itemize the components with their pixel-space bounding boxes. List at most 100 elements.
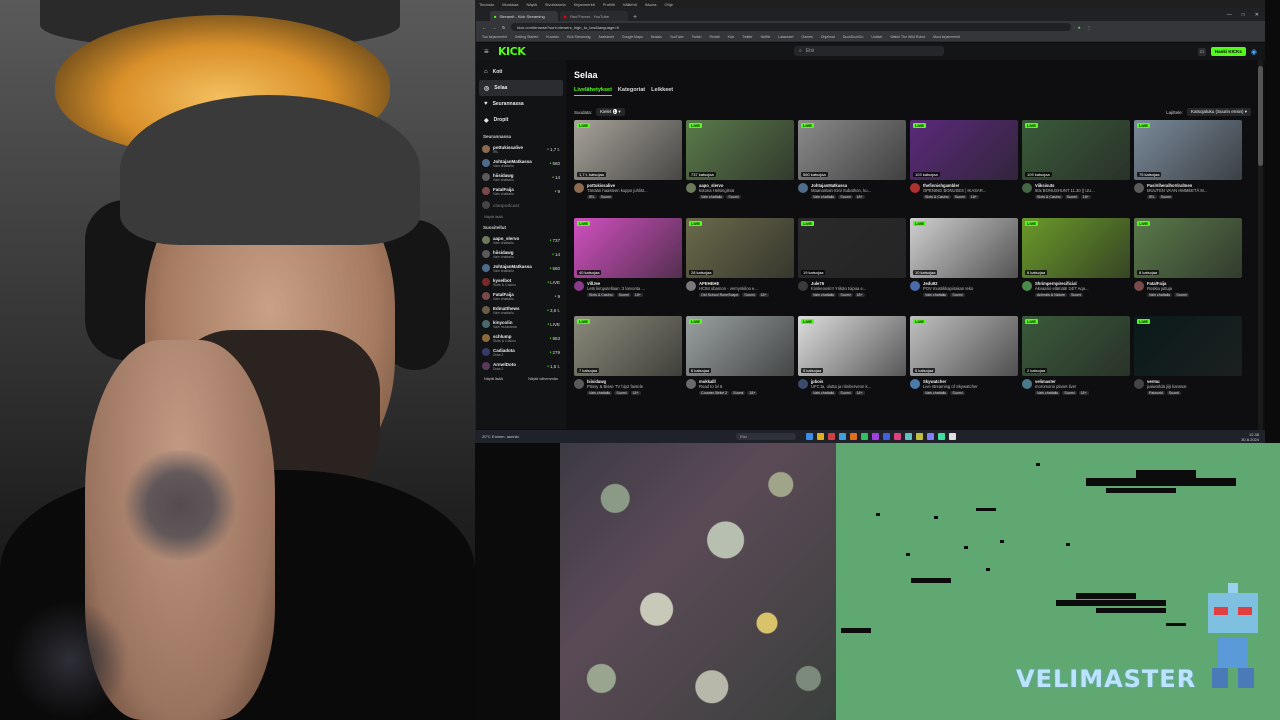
tag-chip[interactable]: Suomi xyxy=(838,195,853,199)
stream-card[interactable]: LIVE 75 katsojaa PasiViheralhoViralInen MUU… xyxy=(1134,120,1242,208)
tag-chip[interactable]: Vain chattailu xyxy=(923,293,949,297)
menu-item[interactable]: Näytä xyxy=(526,2,536,7)
minimize-icon[interactable]: — xyxy=(1227,12,1232,18)
bookmark-item[interactable]: Kuvasto xyxy=(546,35,559,39)
channel-item[interactable]: CadiadotaDota 2279 xyxy=(479,345,563,359)
stream-title[interactable]: MUUTEN VAAN HMMEETÄ M... xyxy=(1147,188,1242,193)
bookmark-item[interactable]: Ohjelmat xyxy=(821,35,835,39)
stream-card[interactable]: LIVE 7 katsojaa hiisidawg Pössy & Bisse TV … xyxy=(574,316,682,404)
stream-card[interactable]: LIVE 28 katsojaa APEHEHE HCIM obamon - vern… xyxy=(686,218,794,306)
tag-chip[interactable]: Suomi xyxy=(616,293,631,297)
search-input[interactable]: ⌕ Etsi xyxy=(794,46,944,56)
stream-thumbnail[interactable]: LIVE 19 katsojaa xyxy=(798,218,906,278)
tab-categories[interactable]: Kategoriat xyxy=(618,87,645,96)
back-icon[interactable]: ← xyxy=(482,25,486,30)
stream-thumbnail[interactable]: LIVE 560 katsojaa xyxy=(798,120,906,180)
tag-chip[interactable]: 18+ xyxy=(854,391,865,395)
stream-thumbnail[interactable]: LIVE 2 katsojaa xyxy=(1022,316,1130,376)
bookmark-item[interactable]: Lataukset xyxy=(778,35,793,39)
stream-thumbnail[interactable]: LIVE 28 katsojaa xyxy=(686,218,794,278)
channel-item[interactable]: EdmatthewsVain chattailu3,6 t. xyxy=(479,303,563,317)
stream-title[interactable]: kotona Helsingissä xyxy=(699,188,794,193)
tag-chip[interactable]: Vain chattailu xyxy=(699,195,725,199)
bookmark-item[interactable]: Watch The Wild Robot xyxy=(890,35,925,39)
taskbar-app-icon[interactable] xyxy=(861,433,868,440)
bookmark-item[interactable]: Mosaic xyxy=(651,35,662,39)
tag-chip[interactable]: Vain chattailu xyxy=(811,195,837,199)
close-icon[interactable]: ✕ xyxy=(1255,12,1259,18)
bookmark-item[interactable]: Twitch xyxy=(692,35,702,39)
maximize-icon[interactable]: □ xyxy=(1242,12,1245,18)
stream-title[interactable]: Akvaario elämää! 24/7 Aqu... xyxy=(1035,286,1130,291)
tag-chip[interactable]: Counter-Strike 2 xyxy=(699,391,730,395)
taskbar-app-icon[interactable] xyxy=(828,433,835,440)
tag-chip[interactable]: Suomi xyxy=(1064,195,1079,199)
sidebar-item-dropit[interactable]: ◆ Dropit xyxy=(479,112,563,128)
tag-chip[interactable]: Animals & Nature xyxy=(1035,293,1067,297)
avatar[interactable] xyxy=(1134,281,1144,291)
avatar[interactable] xyxy=(910,379,920,389)
stream-title[interactable]: Lets kimputellaan :3 larvonta ... xyxy=(587,286,682,291)
stream-thumbnail[interactable]: LIVE 40 katsojaa xyxy=(574,218,682,278)
stream-title[interactable]: Tänään haasteen kuppo juhlist... xyxy=(587,188,682,193)
stream-thumbnail[interactable]: LIVE 1,7 t. katsojaa xyxy=(574,120,682,180)
menu-item[interactable]: Ikkuna xyxy=(645,2,657,7)
stream-card[interactable]: LIVE 6 katsojaa mokkalll Road to lvl 6 Count… xyxy=(686,316,794,404)
menu-item[interactable]: Kirjanmerkit xyxy=(574,2,595,7)
avatar[interactable] xyxy=(686,281,696,291)
channel-item[interactable]: FatalFaijaVain chattailu9 xyxy=(479,184,563,198)
address-field[interactable]: kick.com/browse?sort=viewers_high_to_low… xyxy=(511,23,1072,31)
tag-chip[interactable]: 18+ xyxy=(1078,391,1089,395)
show-more-recommended[interactable]: Näytä lisää xyxy=(484,377,503,381)
avatar[interactable] xyxy=(798,281,808,291)
taskbar-app-icon[interactable] xyxy=(883,433,890,440)
bookmark-item[interactable]: Asetukset xyxy=(599,35,614,39)
stream-thumbnail[interactable]: LIVE 737 katsojaa xyxy=(686,120,794,180)
tab-clips[interactable]: Leikkeet xyxy=(651,87,673,96)
tag-chip[interactable]: Suomi xyxy=(598,195,613,199)
channel-item[interactable]: clanpodcast xyxy=(479,198,563,212)
menu-item[interactable]: Välilehti xyxy=(623,2,637,7)
tag-chip[interactable]: Suomi xyxy=(952,195,967,199)
stream-card[interactable]: LIVE 10 katsojaa Jedu92 POV mustikkapiiraka… xyxy=(910,218,1018,306)
stream-thumbnail[interactable]: LIVE 7 katsojaa xyxy=(574,316,682,376)
avatar[interactable] xyxy=(798,379,808,389)
tag-chip[interactable]: Vain chattailu xyxy=(923,391,949,395)
language-filter[interactable]: Kielet 1 ▾ xyxy=(596,108,625,116)
menu-item[interactable]: Ohje xyxy=(665,2,673,7)
stream-title[interactable]: OPENING BONUSES | IKASAR... xyxy=(923,188,1018,193)
tag-chip[interactable]: Suomi xyxy=(950,391,965,395)
taskbar-app-icon[interactable] xyxy=(949,433,956,440)
stream-card[interactable]: LIVE 5 katsojaa Skywatcher Live streaming o… xyxy=(910,316,1018,404)
menu-item[interactable]: Muokkaa xyxy=(502,2,518,7)
stream-thumbnail[interactable]: LIVE 10 katsojaa xyxy=(910,218,1018,278)
stream-title[interactable]: Koskeoosi!!! Yrikän toipua e... xyxy=(811,286,906,291)
bookmark-item[interactable]: Reddit xyxy=(710,35,720,39)
tag-chip[interactable]: Slots & Casino xyxy=(587,293,615,297)
tag-chip[interactable]: Vain chattailu xyxy=(1147,293,1173,297)
avatar[interactable] xyxy=(686,379,696,389)
stream-title[interactable]: Roskia juttuja xyxy=(1147,286,1242,291)
stream-thumbnail[interactable]: LIVE 5 katsojaa xyxy=(798,316,906,376)
taskbar-clock[interactable]: 12.38 30.8.2024 xyxy=(1241,432,1259,442)
tag-chip[interactable]: Vain chattailu xyxy=(1035,391,1061,395)
bookmark-item[interactable]: Muut kirjanmerkit xyxy=(933,35,960,39)
channel-item[interactable]: ArmelDotoDota 21,5 t. xyxy=(479,359,563,373)
taskbar-app-icon[interactable] xyxy=(905,433,912,440)
stream-title[interactable]: HCIM obamon - vernynkiloo e... xyxy=(699,286,794,291)
stream-card[interactable]: LIVE 19 katsojaa Jule75 Koskeoosi!!! Yrikän… xyxy=(798,218,906,306)
taskbar-app-icon[interactable] xyxy=(938,433,945,440)
avatar[interactable] xyxy=(910,183,920,193)
bookmark-item[interactable]: Kick Streaming xyxy=(567,35,591,39)
avatar[interactable] xyxy=(574,379,584,389)
taskbar-app-icon[interactable] xyxy=(806,433,813,440)
tag-chip[interactable]: 18+ xyxy=(758,293,769,297)
tag-chip[interactable]: 18+ xyxy=(854,293,865,297)
channel-item[interactable]: hiisidawgVain chattailu14 xyxy=(479,170,563,184)
bookmark-item[interactable]: DuckDuckGo xyxy=(843,35,864,39)
stream-thumbnail[interactable]: LIVE 5 katsojaa xyxy=(910,316,1018,376)
scroll-thumb[interactable] xyxy=(1258,66,1263,166)
tag-chip[interactable]: Slots & Casino xyxy=(1035,195,1063,199)
avatar[interactable] xyxy=(574,281,584,291)
avatar[interactable] xyxy=(1022,281,1032,291)
